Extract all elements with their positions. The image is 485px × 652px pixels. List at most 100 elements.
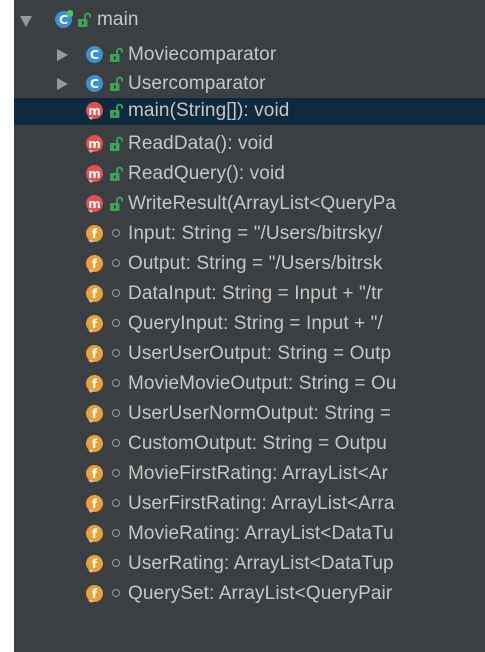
package-private-icon <box>112 439 120 447</box>
field-icon: f <box>85 224 104 243</box>
tree-node-label: QuerySet: ArrayList<QueryPair <box>128 583 393 604</box>
tree-node-class[interactable]: C Moviecomparator <box>14 42 485 68</box>
package-private-icon <box>112 469 120 477</box>
field-icon: f <box>85 434 104 453</box>
unlock-icon <box>109 47 123 63</box>
field-icon: f <box>85 524 104 543</box>
svg-text:C: C <box>90 47 99 62</box>
method-icon: m <box>85 194 104 213</box>
tree-node-field[interactable]: f UserUserNormOutput: String = <box>14 401 485 427</box>
svg-text:m: m <box>88 167 101 181</box>
package-private-icon <box>112 289 120 297</box>
svg-text:f: f <box>92 556 98 571</box>
tree-node-label: Moviecomparator <box>128 44 277 65</box>
tree-node-label: UserUserNormOutput: String = <box>128 403 392 424</box>
method-icon: m <box>85 134 104 153</box>
package-private-icon <box>112 529 120 537</box>
field-icon: f <box>85 404 104 423</box>
tree-node-root[interactable]: Cmain <box>14 7 485 33</box>
tree-node-label: UserUserOutput: String = Outp <box>128 343 392 364</box>
tree-node-label: main <box>97 9 139 30</box>
tree-node-field[interactable]: f DataInput: String = Input + "/tr <box>14 281 485 307</box>
package-private-icon <box>112 589 120 597</box>
tree-node-field[interactable]: f Input: String = "/Users/bitrsky/ <box>14 221 485 247</box>
svg-text:f: f <box>92 406 98 421</box>
tree-node-method[interactable]: m ReadQuery(): void <box>14 161 485 187</box>
svg-text:f: f <box>92 526 98 541</box>
tree-node-field[interactable]: f UserRating: ArrayList<DataTup <box>14 551 485 577</box>
tree-node-label: CustomOutput: String = Outpu <box>128 433 387 454</box>
tree-node-method[interactable]: m ReadData(): void <box>14 131 485 157</box>
structure-panel: Cmain C Moviecomparator C Usercomparator m mai… <box>14 0 485 652</box>
svg-text:f: f <box>92 586 98 601</box>
field-icon: f <box>85 464 104 483</box>
unlock-icon <box>109 103 123 119</box>
field-icon: f <box>85 584 104 603</box>
svg-text:f: f <box>92 316 98 331</box>
tree-node-label: ReadData(): void <box>128 133 274 154</box>
package-private-icon <box>112 259 120 267</box>
tree-node-field[interactable]: f UserUserOutput: String = Outp <box>14 341 485 367</box>
tree-node-label: ReadQuery(): void <box>128 163 285 184</box>
class-icon: C <box>54 10 73 29</box>
tree-node-class[interactable]: C Usercomparator <box>14 71 485 97</box>
tree-node-field[interactable]: f MovieMovieOutput: String = Ou <box>14 371 485 397</box>
tree-node-label: MovieRating: ArrayList<DataTu <box>128 523 394 544</box>
svg-text:m: m <box>88 197 101 211</box>
unlock-icon <box>109 166 123 182</box>
field-icon: f <box>85 554 104 573</box>
field-icon: f <box>85 374 104 393</box>
svg-text:C: C <box>90 76 99 91</box>
package-private-icon <box>112 229 120 237</box>
package-private-icon <box>112 379 120 387</box>
field-icon: f <box>85 314 104 333</box>
tree-node-label: MovieMovieOutput: String = Ou <box>128 373 397 394</box>
package-private-icon <box>112 559 120 567</box>
svg-text:f: f <box>92 376 98 391</box>
class-icon: C <box>85 45 104 64</box>
tree-node-label: UserFirstRating: ArrayList<Arra <box>128 493 395 514</box>
tree-node-field[interactable]: f Output: String = "/Users/bitrsk <box>14 251 485 277</box>
svg-text:f: f <box>92 286 98 301</box>
unlock-icon <box>109 136 123 152</box>
class-icon: C <box>85 74 104 93</box>
tree-node-field[interactable]: f QuerySet: ArrayList<QueryPair <box>14 581 485 607</box>
package-private-icon <box>112 319 120 327</box>
unlock-icon <box>109 196 123 212</box>
tree-node-label: WriteResult(ArrayList<QueryPa <box>128 193 397 214</box>
package-private-icon <box>112 349 120 357</box>
svg-text:f: f <box>92 256 98 271</box>
svg-text:f: f <box>92 466 98 481</box>
tree-node-field[interactable]: f QueryInput: String = Input + "/ <box>14 311 485 337</box>
field-icon: f <box>85 494 104 513</box>
field-icon: f <box>85 254 104 273</box>
tree-node-label: UserRating: ArrayList<DataTup <box>128 553 394 574</box>
svg-text:f: f <box>92 346 98 361</box>
tree-node-label: Input: String = "/Users/bitrsky/ <box>128 223 383 244</box>
svg-text:m: m <box>88 137 101 151</box>
tree-node-field[interactable]: f UserFirstRating: ArrayList<Arra <box>14 491 485 517</box>
svg-text:m: m <box>88 104 101 118</box>
tree-node-field[interactable]: f CustomOutput: String = Outpu <box>14 431 485 457</box>
tree-node-label: QueryInput: String = Input + "/ <box>128 313 383 334</box>
unlock-icon <box>77 12 91 28</box>
package-private-icon <box>112 409 120 417</box>
tree-node-label: main(String[]): void <box>128 100 290 121</box>
tree-node-label: MovieFirstRating: ArrayList<Ar <box>128 463 389 484</box>
unlock-icon <box>109 76 123 92</box>
method-icon: m <box>85 164 104 183</box>
expand-arrow-icon[interactable] <box>20 16 32 27</box>
expand-arrow-icon[interactable] <box>57 78 68 90</box>
field-icon: f <box>85 284 104 303</box>
tree-node-method[interactable]: m main(String[]): void <box>14 98 485 125</box>
svg-text:f: f <box>92 436 98 451</box>
tree-node-label: Output: String = "/Users/bitrsk <box>128 253 383 274</box>
method-icon: m <box>85 101 104 120</box>
expand-arrow-icon[interactable] <box>57 49 68 61</box>
tree-node-method[interactable]: m WriteResult(ArrayList<QueryPa <box>14 191 485 217</box>
svg-text:f: f <box>92 496 98 511</box>
package-private-icon <box>112 499 120 507</box>
tree-node-field[interactable]: f MovieFirstRating: ArrayList<Ar <box>14 461 485 487</box>
tree-node-field[interactable]: f MovieRating: ArrayList<DataTu <box>14 521 485 547</box>
tree-node-label: Usercomparator <box>128 73 266 94</box>
